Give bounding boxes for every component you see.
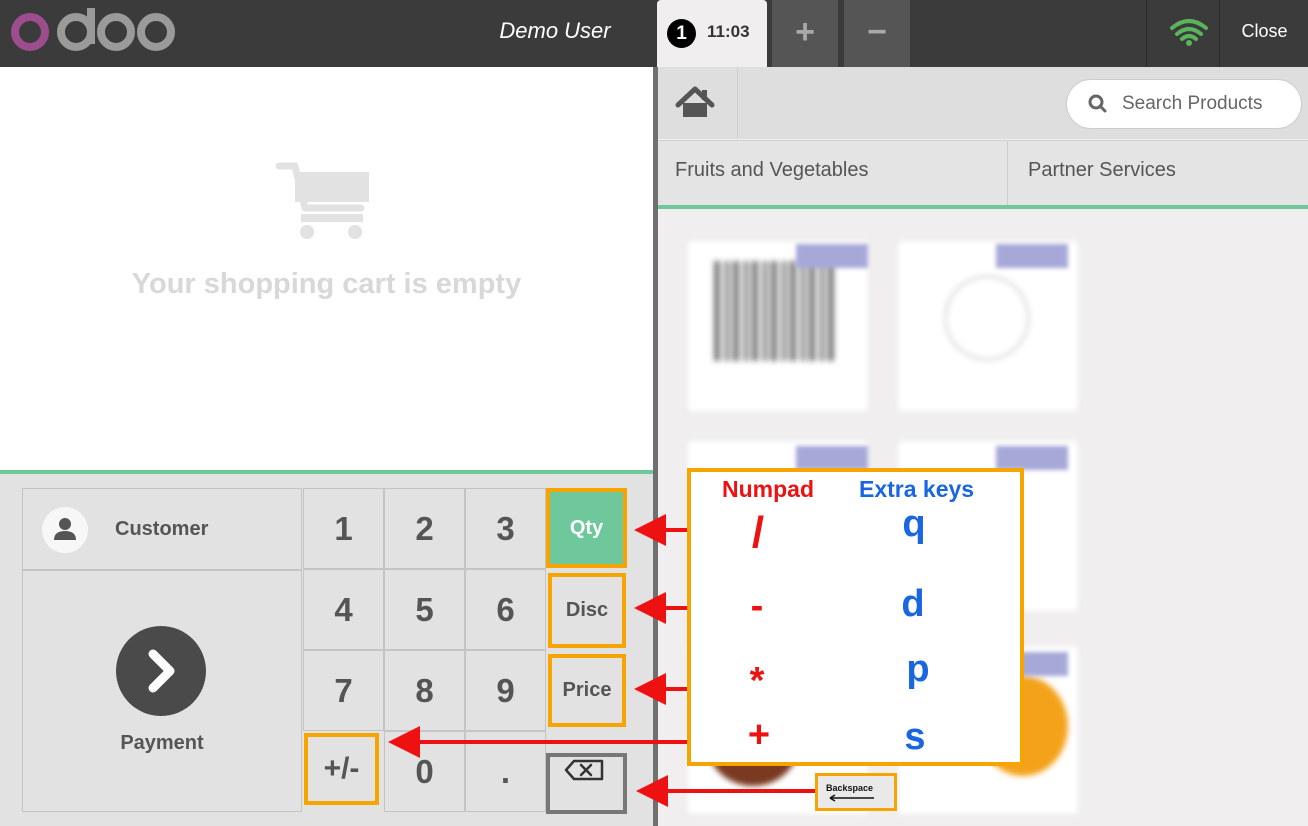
legend-numpad-key: * [749, 660, 765, 702]
backspace-icon [564, 759, 604, 781]
customer-label: Customer [115, 518, 209, 540]
home-icon [675, 86, 715, 117]
numpad-key-2[interactable]: 2 [384, 488, 465, 569]
product-price-tag [996, 446, 1068, 470]
numpad-key-plus-minus[interactable]: +/- [304, 733, 379, 805]
category-partner-services[interactable]: Partner Services [1009, 140, 1308, 205]
numpad-key-8[interactable]: 8 [384, 650, 465, 731]
legend-extra-key: s [904, 716, 926, 758]
legend-numpad-key: - [750, 585, 764, 627]
odoo-logo [11, 8, 175, 51]
mode-qty-button[interactable]: Qty [546, 488, 627, 568]
customer-icon [42, 507, 88, 553]
add-order-button[interactable]: + [772, 0, 838, 67]
legend-extra-header: Extra keys [859, 476, 975, 502]
mode-disc-button[interactable]: Disc [548, 573, 626, 648]
numpad-key-dot[interactable]: . [465, 731, 546, 812]
legend-extra-key: q [902, 503, 926, 545]
numpad-key-7[interactable]: 7 [303, 650, 384, 731]
connection-status[interactable] [1146, 0, 1220, 67]
top-bar [0, 0, 1308, 67]
remove-order-button[interactable]: − [844, 0, 910, 67]
chevron-right-icon [116, 626, 206, 716]
search-placeholder: Search Products [1122, 93, 1263, 114]
backspace-key-label: Backspace [826, 783, 874, 793]
payment-label: Payment [120, 732, 204, 754]
category-fruits-and-vegetables[interactable]: Fruits and Vegetables [658, 140, 1008, 205]
category-underline [658, 205, 1308, 209]
legend-numpad-header: Numpad [722, 476, 814, 502]
numpad-key-9[interactable]: 9 [465, 650, 546, 731]
search-icon [1088, 94, 1107, 113]
close-button[interactable]: Close [1221, 0, 1308, 67]
product-price-tag [796, 446, 868, 470]
numpad-key-6[interactable]: 6 [465, 569, 546, 650]
user-name: Demo User [499, 18, 611, 43]
numpad-key-3[interactable]: 3 [465, 488, 546, 569]
order-badge: 1 [667, 19, 696, 48]
legend-extra-key: p [906, 648, 930, 690]
legend-numpad-key: / [751, 508, 765, 557]
home-button[interactable] [658, 67, 738, 139]
mode-price-button[interactable]: Price [548, 654, 626, 727]
legend-numpad-key: + [747, 714, 771, 756]
backspace-button[interactable] [546, 753, 627, 814]
wifi-icon [1170, 19, 1208, 46]
numpad-key-5[interactable]: 5 [384, 569, 465, 650]
product-price-tag [796, 244, 868, 268]
cart-icon [275, 162, 369, 239]
order-time: 11:03 [707, 22, 750, 41]
product-price-tag [996, 244, 1068, 268]
legend-extra-key: d [901, 583, 925, 625]
numpad-key-4[interactable]: 4 [303, 569, 384, 650]
empty-cart-message: Your shopping cart is empty [131, 268, 522, 300]
numpad-key-1[interactable]: 1 [303, 488, 384, 569]
numpad-key-0[interactable]: 0 [384, 731, 465, 812]
